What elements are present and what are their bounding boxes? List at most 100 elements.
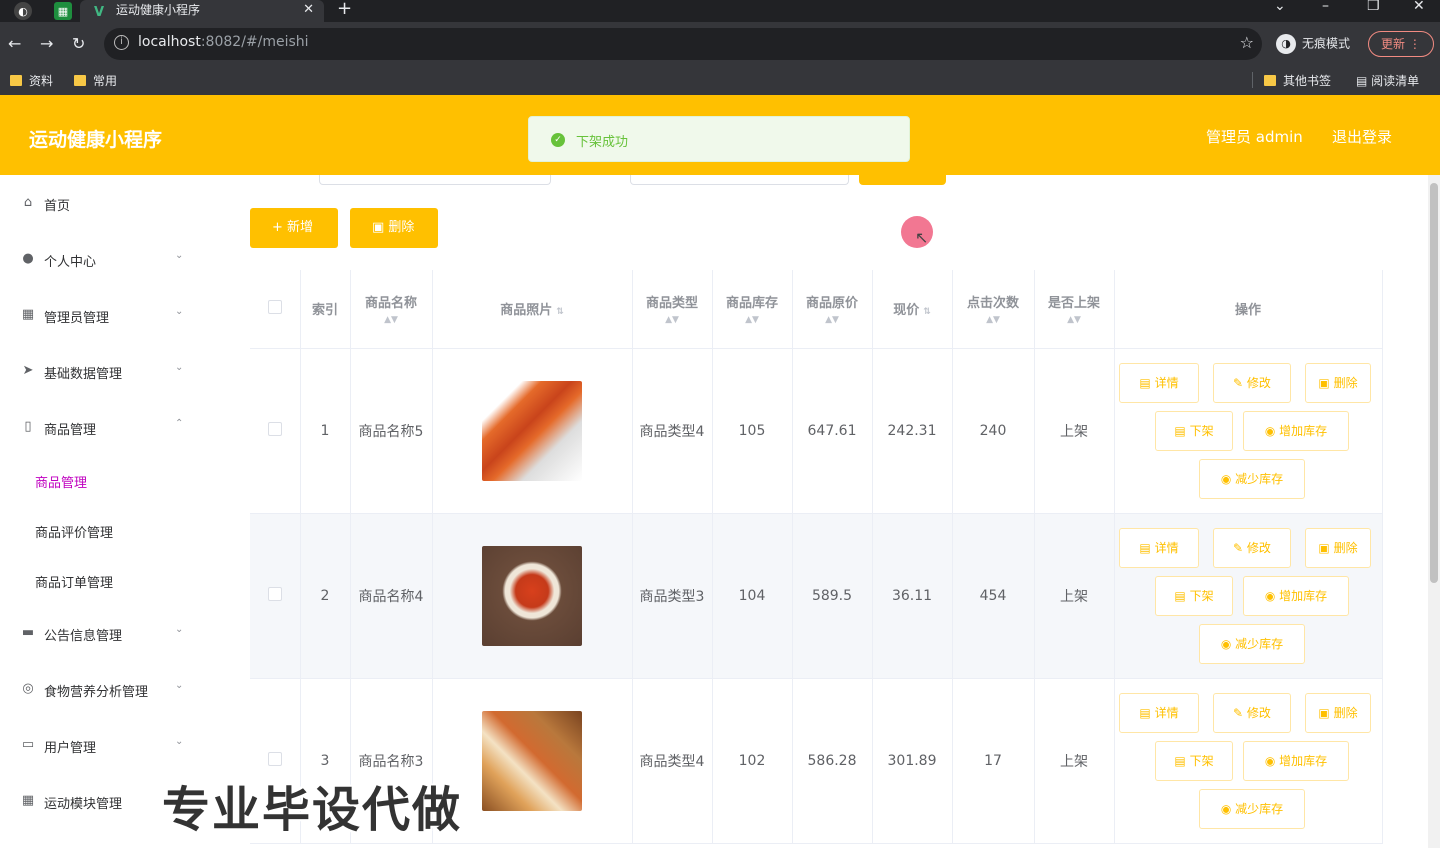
- col-orig-price[interactable]: 商品原价 ▲▼: [792, 270, 873, 349]
- delete-row-button[interactable]: ▣ 删除: [1305, 362, 1371, 403]
- close-tab-icon[interactable]: ✕: [303, 0, 314, 20]
- delete-row-button[interactable]: ▣ 删除: [1305, 527, 1371, 568]
- add-stock-button[interactable]: ◉ 增加库存: [1243, 575, 1349, 616]
- edit-button[interactable]: ✎ 修改: [1213, 692, 1291, 733]
- tab-search-icon[interactable]: ⌄: [1274, 0, 1286, 14]
- col-photo[interactable]: 商品照片 ⇅: [432, 270, 633, 349]
- add-stock-button[interactable]: ◉ 增加库存: [1243, 740, 1349, 781]
- sort-icon[interactable]: ▲▼: [713, 315, 792, 325]
- add-stock-button[interactable]: ◉ 增加库存: [1243, 410, 1349, 451]
- reload-icon[interactable]: ↻: [72, 34, 85, 53]
- col-onsale[interactable]: 是否上架 ▲▼: [1034, 270, 1115, 349]
- edit-button[interactable]: ✎ 修改: [1213, 527, 1291, 568]
- sidebar-sub-reviews[interactable]: 商品评价管理: [35, 522, 113, 541]
- detail-button[interactable]: ▤ 详情: [1119, 362, 1199, 403]
- sort-icon[interactable]: ⇅: [556, 307, 564, 317]
- sidebar-item-profile[interactable]: ● 个人中心 ⌄: [0, 245, 200, 275]
- delete-row-button[interactable]: ▣ 删除: [1305, 692, 1371, 733]
- sidebar-sub-goods[interactable]: 商品管理: [35, 472, 87, 491]
- offshelf-button[interactable]: ▤ 下架: [1155, 740, 1233, 781]
- sort-icon[interactable]: ▲▼: [953, 315, 1034, 325]
- delete-button[interactable]: ▣ 删除: [350, 208, 438, 248]
- food-photo-bento[interactable]: [482, 710, 582, 811]
- col-price[interactable]: 现价 ⇅: [872, 270, 953, 349]
- new-tab-icon[interactable]: +: [337, 0, 352, 19]
- sort-icon[interactable]: ▲▼: [351, 315, 432, 325]
- app-tab-icon[interactable]: ▦: [54, 2, 72, 20]
- col-name[interactable]: 商品名称 ▲▼: [350, 270, 433, 349]
- forward-icon[interactable]: →: [40, 34, 53, 53]
- incognito-label: 无痕模式: [1302, 36, 1351, 51]
- chevron-down-icon: ⌄: [175, 680, 184, 691]
- cell-index: 2: [300, 513, 351, 679]
- add-button[interactable]: + 新增: [250, 208, 338, 248]
- offshelf-label: 下架: [1189, 753, 1214, 768]
- sidebar-item-home[interactable]: ⌂ 首页: [0, 189, 200, 219]
- detail-button[interactable]: ▤ 详情: [1119, 692, 1199, 733]
- col-type[interactable]: 商品类型 ▲▼: [632, 270, 713, 349]
- browser-tab[interactable]: V 运动健康小程序 ✕: [80, 0, 324, 22]
- reduce-stock-button[interactable]: ◉ 减少库存: [1199, 623, 1305, 664]
- reading-list[interactable]: ▤ 阅读清单: [1356, 72, 1419, 89]
- reduce-stock-label: 减少库存: [1235, 471, 1284, 486]
- restore-icon[interactable]: ❐: [1367, 0, 1380, 14]
- col-clicks[interactable]: 点击次数 ▲▼: [952, 270, 1035, 349]
- sort-icon[interactable]: ⇅: [923, 307, 931, 317]
- trash-icon: ▣: [372, 220, 389, 235]
- sidebar-item-label: 管理员管理: [44, 311, 110, 326]
- row-select-cell[interactable]: [250, 348, 301, 514]
- minimize-icon[interactable]: –: [1322, 0, 1329, 14]
- other-bookmarks[interactable]: 其他书签: [1264, 72, 1331, 89]
- offshelf-button[interactable]: ▤ 下架: [1155, 410, 1233, 451]
- sidebar-item-users[interactable]: ▭ 用户管理 ⌄: [0, 731, 200, 761]
- sidebar-item-admins[interactable]: ▦ 管理员管理 ⌄: [0, 301, 200, 331]
- edit-button[interactable]: ✎ 修改: [1213, 362, 1291, 403]
- success-check-icon: ✓: [551, 133, 565, 147]
- row-checkbox[interactable]: [267, 421, 282, 436]
- col-stock[interactable]: 商品库存 ▲▼: [712, 270, 793, 349]
- select-all-checkbox[interactable]: [267, 299, 282, 314]
- bookmark-star-icon[interactable]: ☆: [1240, 33, 1254, 52]
- reduce-stock-button[interactable]: ◉ 减少库存: [1199, 788, 1305, 829]
- back-icon[interactable]: ←: [8, 34, 21, 53]
- food-photo-noodles[interactable]: [482, 545, 582, 646]
- close-window-icon[interactable]: ✕: [1413, 0, 1425, 14]
- sidebar-item-basedata[interactable]: ➤ 基础数据管理 ⌄: [0, 357, 200, 387]
- cursor-icon: ↖: [915, 228, 929, 247]
- bookmark-label: 常用: [93, 74, 118, 88]
- scrollbar-thumb[interactable]: [1430, 183, 1438, 583]
- sort-icon[interactable]: ▲▼: [1035, 315, 1114, 325]
- goods-table: 索引 商品名称 ▲▼ 商品照片 ⇅ 商品类型 ▲▼ 商品库存 ▲▼ 商品原价 ▲▼ 现价 ⇅…: [250, 270, 1383, 844]
- sort-icon[interactable]: ▲▼: [633, 315, 712, 325]
- col-index: 索引: [300, 270, 351, 349]
- row-checkbox[interactable]: [267, 751, 282, 766]
- select-all-cell[interactable]: [250, 270, 301, 349]
- sidebar-item-goods[interactable]: ▯ 商品管理 ⌃: [0, 413, 200, 443]
- sidebar-item-nutrition[interactable]: ◎ 食物营养分析管理 ⌄: [0, 675, 200, 705]
- logout-link[interactable]: 退出登录: [1332, 126, 1392, 147]
- browser-chrome: ◐ ▦ V 运动健康小程序 ✕ + ⌄ – ❐ ✕ ← → ↻ i localh…: [0, 0, 1440, 95]
- search-input[interactable]: [630, 175, 849, 185]
- cell-onsale: 上架: [1034, 348, 1115, 514]
- sidebar-item-label: 商品管理: [44, 423, 97, 438]
- url-field[interactable]: i localhost:8082/#/meishi ☆: [104, 28, 1262, 60]
- update-button[interactable]: 更新 ⋮: [1368, 31, 1434, 57]
- bookmark-folder[interactable]: 资料: [10, 72, 53, 89]
- incognito-indicator[interactable]: ◑ 无痕模式: [1276, 34, 1350, 54]
- reduce-stock-button[interactable]: ◉ 减少库存: [1199, 458, 1305, 499]
- sidebar-sub-orders[interactable]: 商品订单管理: [35, 572, 113, 591]
- offshelf-button[interactable]: ▤ 下架: [1155, 575, 1233, 616]
- detail-button[interactable]: ▤ 详情: [1119, 527, 1199, 568]
- search-button[interactable]: [859, 175, 946, 185]
- incognito-tab-icon[interactable]: ◐: [14, 2, 32, 20]
- search-input[interactable]: [319, 175, 551, 185]
- page-scrollbar[interactable]: [1428, 175, 1440, 848]
- food-photo-sushi[interactable]: [482, 380, 582, 481]
- site-info-icon[interactable]: i: [114, 35, 129, 50]
- url-path: :8082/#/meishi: [200, 34, 309, 50]
- row-checkbox[interactable]: [267, 586, 282, 601]
- bookmark-folder[interactable]: 常用: [74, 72, 117, 89]
- sidebar-item-notices[interactable]: ▬ 公告信息管理 ⌄: [0, 619, 200, 649]
- sort-icon[interactable]: ▲▼: [793, 315, 872, 325]
- row-select-cell[interactable]: [250, 513, 301, 679]
